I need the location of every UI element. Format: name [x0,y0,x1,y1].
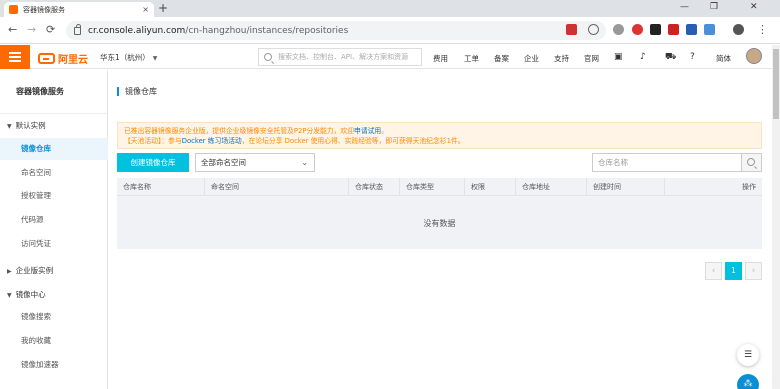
column-header: 仓库地址 [515,178,550,196]
app-launcher-icon[interactable]: ⁂ [737,374,759,389]
extension-icon[interactable] [704,24,715,35]
chevron-down-icon: ⌄ [301,158,308,167]
profile-icon[interactable] [733,24,744,35]
global-search-input[interactable]: 搜索文档、控制台、API、解决方案和资源 [258,48,422,66]
namespace-select[interactable]: 全部命名空间 ⌄ [195,153,315,172]
column-header: 权限 [464,178,485,196]
pagination-prev-button[interactable]: ‹ [705,262,722,280]
namespace-select-value: 全部命名空间 [201,158,246,167]
cart-icon[interactable]: ⛟ [665,52,676,63]
tab-title: 容器镜像服务 [23,5,65,14]
console-top-nav: 阿里云 华东1（杭州） ▼ 搜索文档、控制台、API、解决方案和资源 费用 工单 … [0,45,772,69]
region-selector[interactable]: 华东1（杭州） ▼ [100,52,157,63]
nav-link-support[interactable]: 支持 [554,53,569,64]
column-header: 命名空间 [204,178,239,196]
help-icon[interactable]: ? [690,52,695,62]
apply-trial-link[interactable]: 申请试用 [354,127,381,135]
extension-icon[interactable] [613,24,624,35]
minimize-button[interactable]: — [680,2,689,12]
restore-button[interactable]: ❐ [710,2,718,12]
extension-icon[interactable] [650,24,661,35]
notice-line-2: 【天池活动】：参与Docker 练习场活动，在论坛分享 Docker 使用心得、… [124,137,465,145]
sidebar-item-access-credentials[interactable]: 访问凭证 [0,233,108,255]
page-title: 镜像仓库 [117,87,157,96]
docker-activity-link[interactable]: Docker 练习场活动 [182,137,242,145]
caret-down-icon: ▼ [7,123,12,130]
lock-icon [74,23,81,35]
forward-button[interactable]: → [27,23,36,36]
nav-link-icp[interactable]: 备案 [494,53,509,64]
sidebar-item-accelerator[interactable]: 镜像加速器 [0,354,108,376]
extension-icon[interactable] [668,24,679,35]
search-icon [264,53,272,61]
close-tab-icon[interactable]: × [142,5,149,14]
pagination-page-1[interactable]: 1 [725,262,742,280]
chevron-down-icon: ▼ [152,55,158,62]
create-repository-button[interactable]: 创建镜像仓库 [117,153,189,172]
repository-search-button[interactable] [742,153,762,172]
back-button[interactable]: ← [8,23,17,36]
sidebar-item-namespaces[interactable]: 命名空间 [0,162,108,184]
language-switch[interactable]: 简体 [716,53,731,64]
pagination-next-button[interactable]: › [745,262,762,280]
scrollbar-thumb[interactable] [773,49,779,119]
notice-banner: 已推出容器镜像服务企业版，提供企业级镜像安全托管及P2P分发能力，欢迎申请试用。… [117,122,762,149]
aliyun-logo-icon [38,53,55,64]
sidebar-item-authorization[interactable]: 授权管理 [0,185,108,207]
close-window-button[interactable]: ✕ [750,2,758,12]
table-header: 仓库名称 命名空间 仓库状态 仓库类型 权限 仓库地址 创建时间 操作 [117,178,762,196]
logo-text: 阿里云 [58,55,88,66]
column-header: 创建时间 [586,178,621,196]
nav-link-billing[interactable]: 费用 [433,53,448,64]
search-placeholder: 搜索文档、控制台、API、解决方案和资源 [278,53,409,61]
sidebar-item-image-search[interactable]: 镜像搜索 [0,306,108,328]
column-header: 仓库名称 [123,183,151,191]
sidebar-group-image-center[interactable]: ▼ 镜像中心 [7,289,46,300]
aliyun-logo[interactable]: 阿里云 [38,51,88,66]
browser-tab-strip: 容器镜像服务 × + — ❐ ✕ [0,0,780,17]
browser-toolbar: ← → ⟳ cr.console.aliyun.com/cn-hangzhou/… [0,17,780,44]
menu-icon[interactable] [0,45,30,69]
extension-icon[interactable] [686,24,697,35]
nav-link-official-site[interactable]: 官网 [584,53,599,64]
repositories-table: 仓库名称 命名空间 仓库状态 仓库类型 权限 仓库地址 创建时间 操作 没有数据 [117,178,762,249]
sidebar-group-default-instance[interactable]: ▼ 默认实例 [7,120,46,131]
bell-icon[interactable]: ♪ [640,52,646,62]
sidebar-item-repositories[interactable]: 镜像仓库 [0,138,108,160]
menu-icon[interactable]: ⋮ [757,23,768,36]
column-header: 操作 [664,178,762,196]
sidebar-title: 容器镜像服务 [0,70,107,114]
terminal-icon[interactable]: ▣ [614,52,623,62]
caret-down-icon: ▼ [7,292,12,299]
column-header: 仓库类型 [399,178,434,196]
browser-tab[interactable]: 容器镜像服务 × [4,2,154,17]
repository-name-input[interactable]: 仓库名称 [592,153,742,172]
extension-icon[interactable] [632,24,643,35]
extension-icon[interactable] [566,24,577,35]
notice-line-1: 已推出容器镜像服务企业版，提供企业级镜像安全托管及P2P分发能力，欢迎申请试用。 [124,127,389,135]
reload-button[interactable]: ⟳ [46,23,55,36]
page-scrollbar[interactable] [772,45,780,389]
address-bar[interactable]: cr.console.aliyun.com/cn-hangzhou/instan… [66,21,606,40]
column-header: 仓库状态 [348,178,383,196]
sidebar-group-enterprise-instance[interactable]: ▶ 企业版实例 [7,265,53,276]
aliyun-favicon-icon [9,5,18,14]
sidebar-item-code-source[interactable]: 代码源 [0,209,108,231]
sidebar-item-favorites[interactable]: 我的收藏 [0,330,108,352]
empty-state: 没有数据 [423,219,456,228]
new-tab-button[interactable]: + [158,1,168,15]
chat-icon[interactable]: ☰ [737,344,759,366]
nav-link-tickets[interactable]: 工单 [464,53,479,64]
search-icon [747,158,755,166]
caret-right-icon: ▶ [7,268,12,275]
main-content: 镜像仓库 已推出容器镜像服务企业版，提供企业级镜像安全托管及P2P分发能力，欢迎… [109,70,772,389]
nav-link-enterprise[interactable]: 企业 [524,53,539,64]
avatar[interactable] [746,48,762,64]
url-text: cr.console.aliyun.com/cn-hangzhou/instan… [88,25,349,36]
star-icon[interactable] [588,24,599,35]
sidebar: 容器镜像服务 ▼ 默认实例 镜像仓库 命名空间 授权管理 代码源 访问凭证 ▶ 企业… [0,70,108,389]
